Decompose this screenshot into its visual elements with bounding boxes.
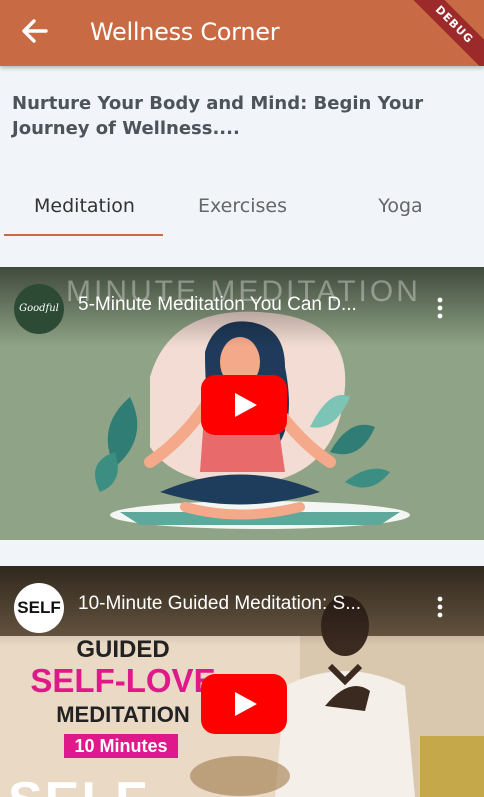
tab-meditation[interactable]: Meditation bbox=[4, 182, 165, 236]
tab-indicator bbox=[4, 234, 163, 236]
more-vert-icon[interactable] bbox=[432, 594, 448, 620]
debug-banner: DEBUG bbox=[403, 0, 484, 66]
tab-yoga[interactable]: Yoga bbox=[320, 182, 481, 236]
thumbnail-text-guided: GUIDED bbox=[76, 636, 170, 663]
video-title[interactable]: 5-Minute Meditation You Can D... bbox=[78, 294, 357, 316]
video-card[interactable]: SELF 10-Minute Guided Meditation: S... G… bbox=[0, 566, 484, 797]
channel-avatar[interactable]: Goodful bbox=[14, 284, 64, 334]
video-title[interactable]: 10-Minute Guided Meditation: S... bbox=[78, 593, 361, 615]
thumbnail-text-self-love: SELF-LOVE bbox=[30, 662, 216, 699]
video-card[interactable]: MINUTE MEDITATION Goodful 5-Minute Medit… bbox=[0, 267, 484, 540]
thumbnail-text-self: SELF bbox=[8, 771, 149, 797]
thumbnail-text-duration: 10 Minutes bbox=[64, 734, 178, 758]
more-vert-icon[interactable] bbox=[432, 295, 448, 321]
youtube-play-icon[interactable] bbox=[201, 674, 287, 734]
channel-logo-text: SELF bbox=[17, 598, 61, 617]
youtube-play-icon[interactable] bbox=[201, 375, 287, 435]
intro-text: Nurture Your Body and Mind: Begin Your J… bbox=[12, 93, 424, 139]
tab-exercises[interactable]: Exercises bbox=[162, 182, 323, 236]
thumbnail-text-meditation: MEDITATION bbox=[56, 702, 190, 727]
channel-logo-text: Goodful bbox=[19, 303, 59, 314]
tab-bar: Meditation Exercises Yoga bbox=[0, 182, 484, 238]
app-title: Wellness Corner bbox=[90, 18, 280, 46]
back-arrow-icon[interactable] bbox=[18, 14, 52, 48]
channel-avatar[interactable]: SELF bbox=[14, 583, 64, 633]
app-bar: Wellness Corner DEBUG bbox=[0, 0, 484, 66]
